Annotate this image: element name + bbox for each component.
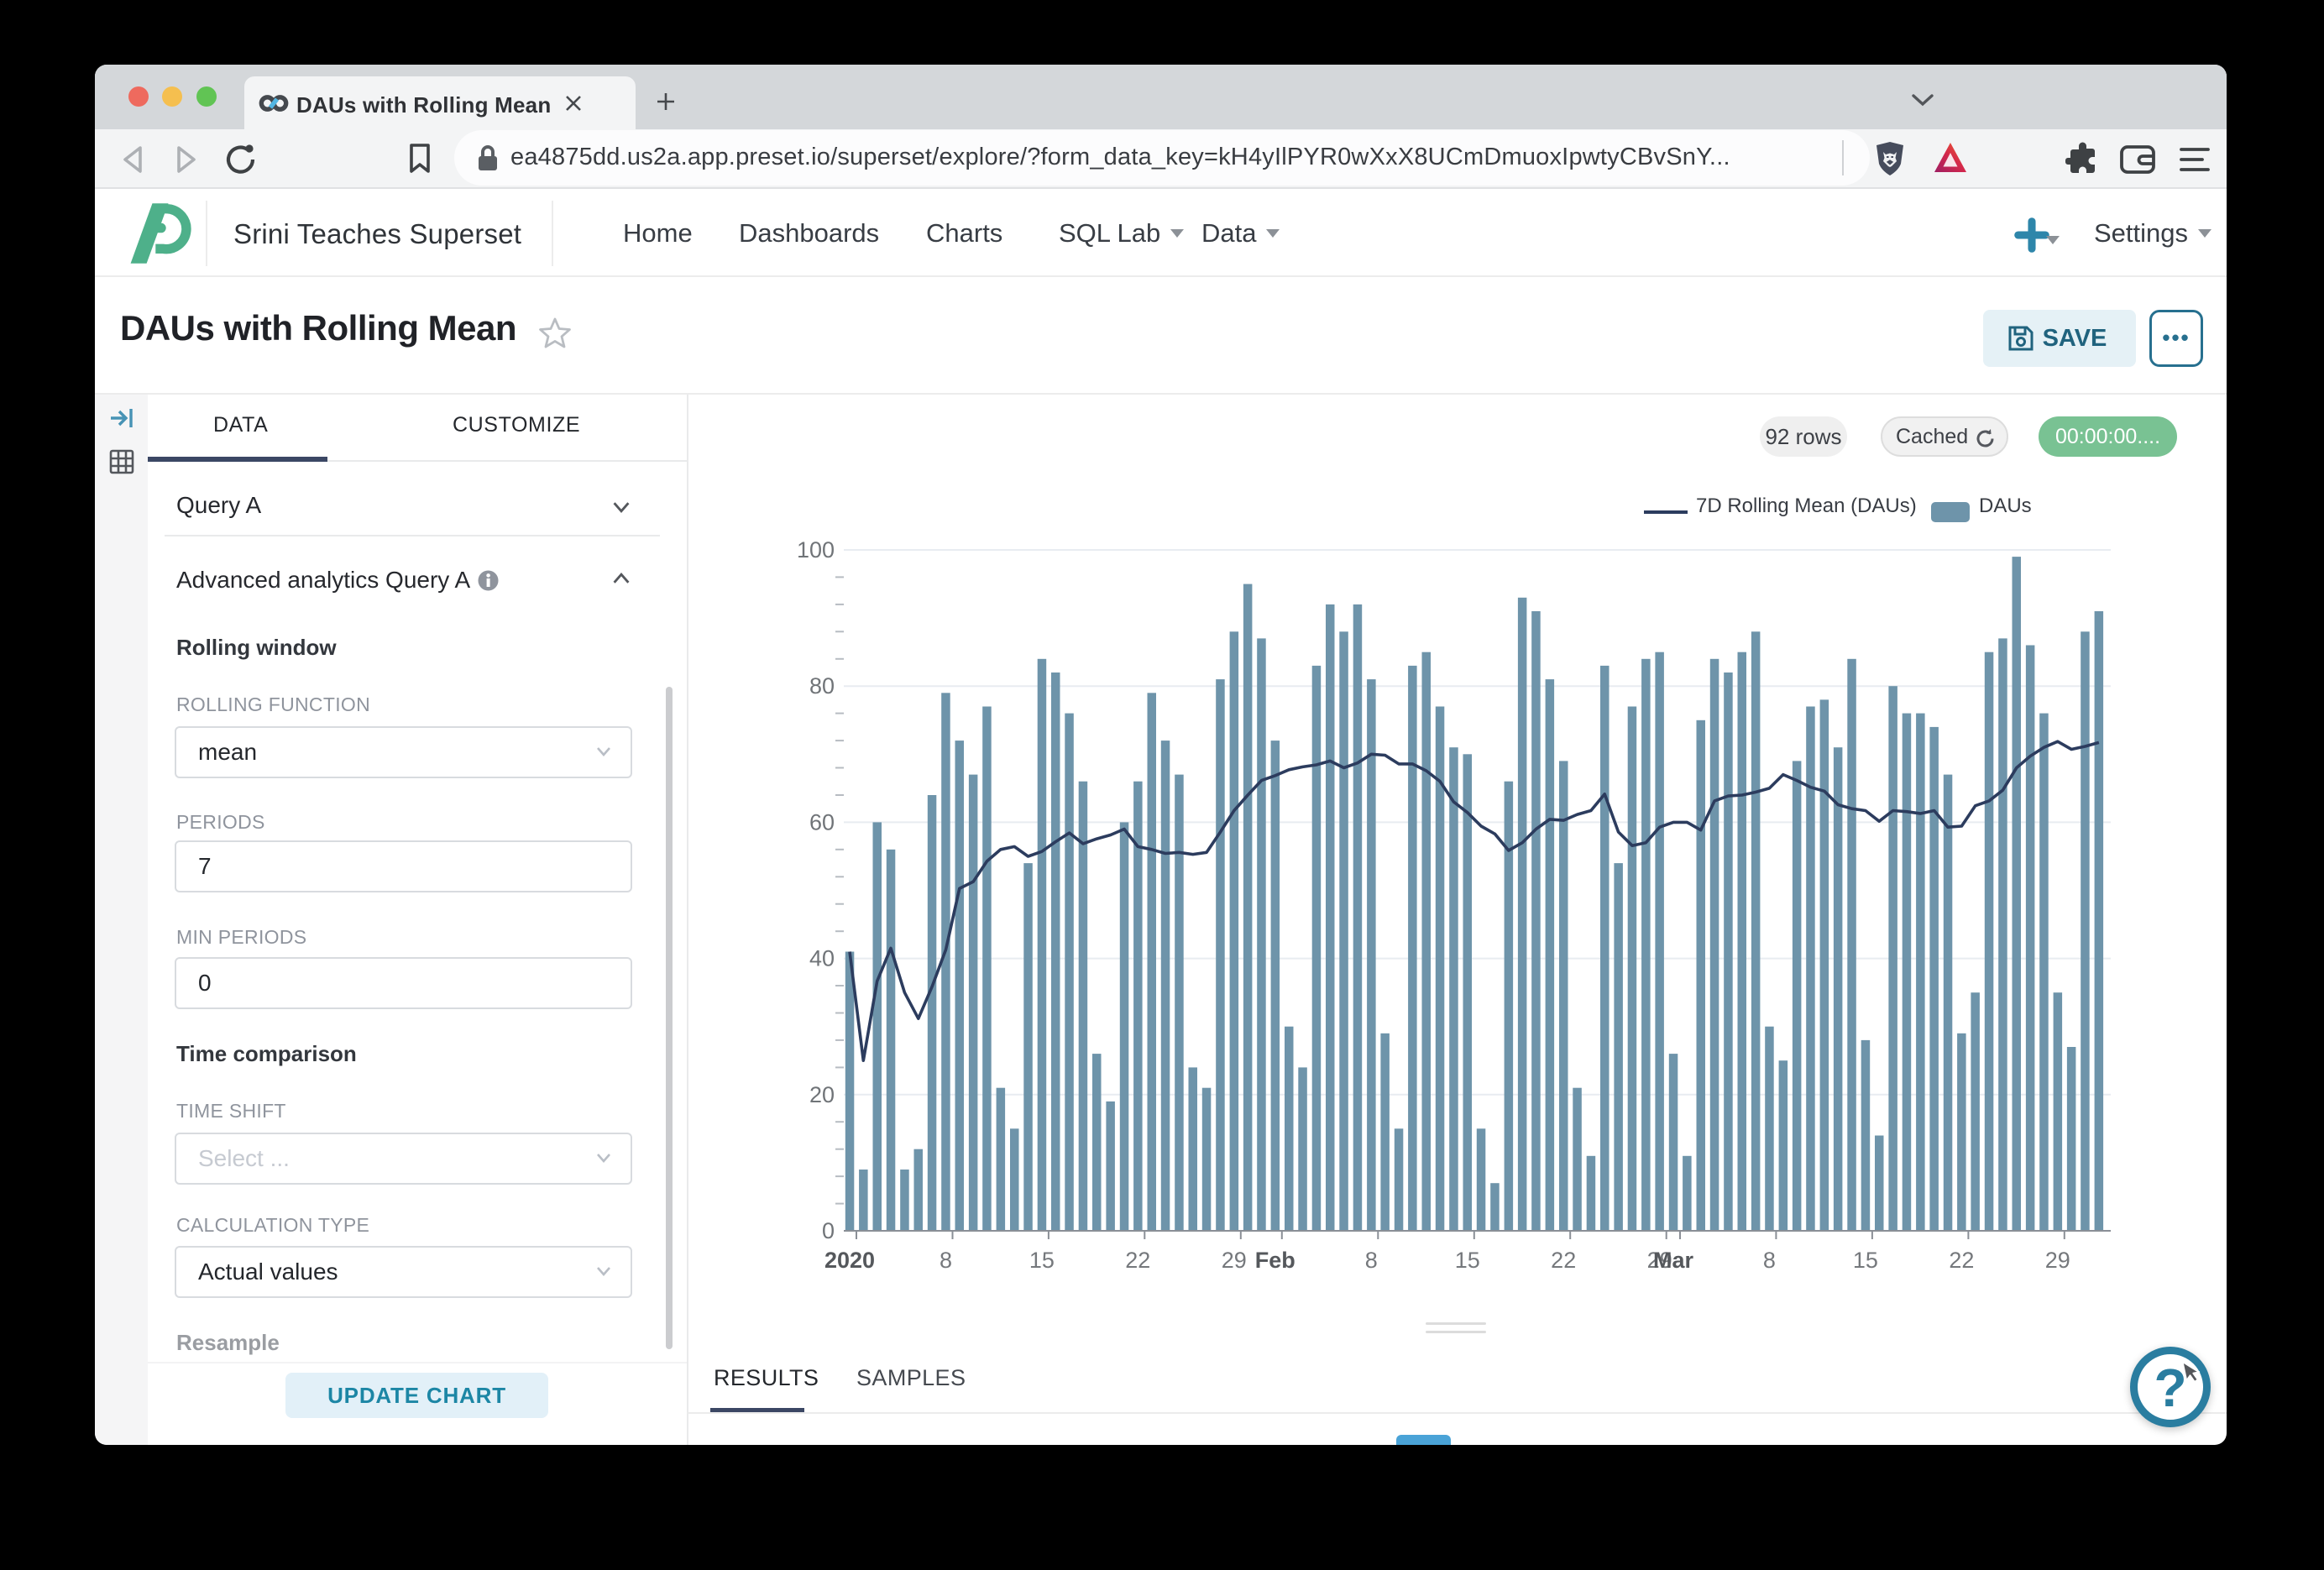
svg-text:80: 80 <box>809 673 835 699</box>
svg-text:29: 29 <box>1222 1248 1247 1273</box>
svg-text:15: 15 <box>1853 1248 1878 1273</box>
svg-text:8: 8 <box>1365 1248 1378 1273</box>
svg-text:60: 60 <box>809 809 835 835</box>
svg-text:0: 0 <box>822 1218 835 1243</box>
svg-text:8: 8 <box>940 1248 952 1273</box>
svg-text:20: 20 <box>809 1082 835 1107</box>
svg-text:Mar: Mar <box>1653 1248 1694 1273</box>
svg-text:40: 40 <box>809 946 835 971</box>
svg-text:2020: 2020 <box>824 1248 875 1273</box>
svg-text:100: 100 <box>797 537 835 563</box>
svg-text:22: 22 <box>1551 1248 1576 1273</box>
svg-text:22: 22 <box>1125 1248 1150 1273</box>
svg-text:29: 29 <box>2045 1248 2070 1273</box>
svg-text:Feb: Feb <box>1255 1248 1295 1273</box>
svg-text:15: 15 <box>1455 1248 1480 1273</box>
svg-text:8: 8 <box>1763 1248 1776 1273</box>
svg-text:22: 22 <box>1949 1248 1974 1273</box>
svg-text:15: 15 <box>1029 1248 1055 1273</box>
